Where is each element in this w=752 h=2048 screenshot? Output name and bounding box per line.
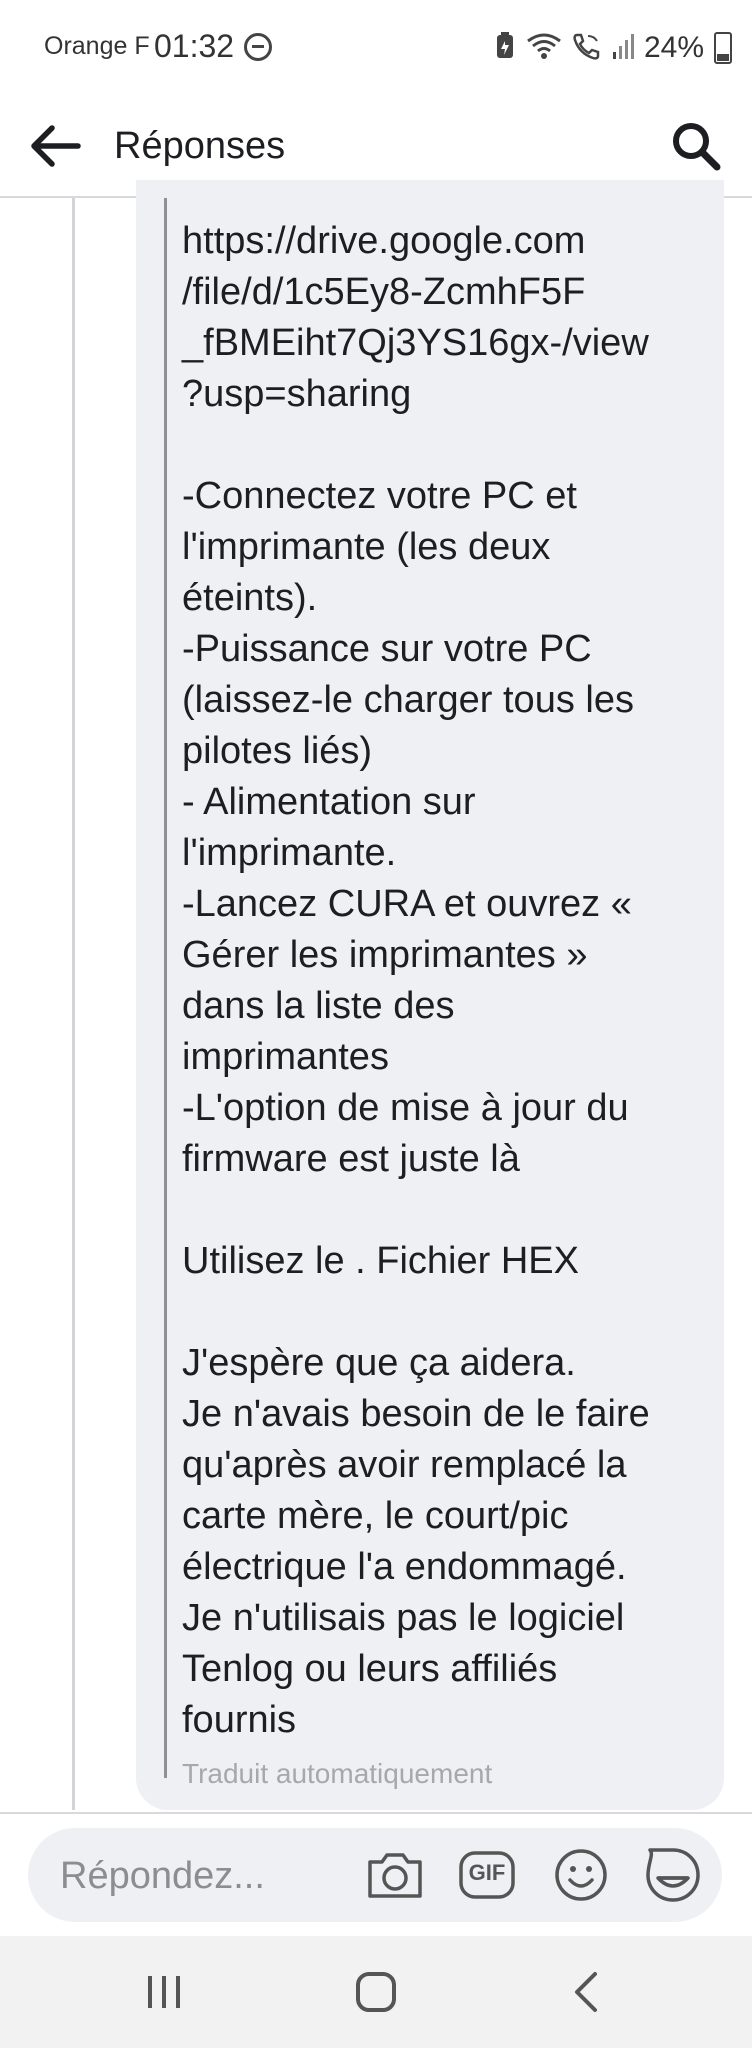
back-icon (575, 1972, 597, 2012)
message-line: carte mère, le court/pic (182, 1495, 569, 1537)
recent-apps-icon (148, 1976, 180, 2008)
message-line: /file/d/1c5Ey8-ZcmhF5F (182, 271, 586, 313)
message-line: - Alimentation sur (182, 781, 476, 823)
message-line: Utilisez le . Fichier HEX (182, 1240, 579, 1282)
carrier-label: Orange F (44, 32, 150, 60)
message-line: fournis (182, 1699, 297, 1741)
message-line: -Puissance sur votre PC (182, 628, 592, 670)
message-line: Gérer les imprimantes » (182, 934, 588, 976)
battery-icon (714, 32, 732, 64)
message-line (182, 1185, 712, 1236)
message-line: _fBMEiht7Qj3YS16gx-/view (182, 322, 649, 364)
page-title: Réponses (114, 125, 286, 167)
message-line: -Lancez CURA et ouvrez « (182, 883, 632, 925)
wifi-calling-icon (572, 32, 602, 65)
composer-divider (0, 1812, 752, 1814)
thread-connector-line (72, 198, 75, 1810)
search-button[interactable] (666, 116, 726, 176)
system-back-button[interactable] (556, 1964, 616, 2020)
home-icon (356, 1972, 396, 2012)
message-line: éteints). (182, 577, 318, 619)
battery-percent: 24% (643, 31, 704, 64)
message-line: Tenlog ou leurs affiliés (182, 1648, 558, 1690)
back-button[interactable] (26, 116, 86, 176)
search-icon (673, 123, 721, 171)
emoji-icon (555, 1849, 607, 1901)
signal-icon (612, 32, 634, 65)
sticker-icon (646, 1848, 700, 1902)
message-line: pilotes liés) (182, 730, 373, 772)
reply-input[interactable] (58, 1844, 362, 1908)
message-line: ?usp=sharing (182, 373, 412, 415)
message-line: firmware est juste là (182, 1138, 520, 1180)
wifi-icon (526, 32, 562, 65)
quote-bar (164, 198, 167, 1778)
arrow-left-icon (31, 125, 81, 167)
gif-button[interactable]: GIF (458, 1846, 516, 1904)
message-line (182, 420, 712, 471)
message-line: J'espère que ça aidera. (182, 1342, 576, 1384)
reply-bubble[interactable]: https://drive.google.com/file/d/1c5Ey8-Z… (136, 180, 724, 1810)
message-line: -Connectez votre PC et (182, 475, 577, 517)
status-icons: 24% (494, 28, 732, 68)
clock: 01:32 (154, 28, 235, 64)
do-not-disturb-icon (244, 33, 272, 61)
camera-icon (368, 1853, 422, 1898)
message-line (182, 1287, 712, 1338)
gif-label: GIF (468, 1860, 506, 1885)
message-line: https://drive.google.com (182, 220, 586, 262)
message-line: électrique l'a endommagé. (182, 1546, 627, 1588)
sticker-button[interactable] (644, 1846, 702, 1904)
message-line: (laissez-le charger tous les (182, 679, 634, 721)
message-line: qu'après avoir remplacé la (182, 1444, 627, 1486)
recent-apps-button[interactable] (134, 1964, 194, 2020)
reply-composer: GIF (28, 1828, 722, 1922)
auto-translated-label[interactable]: Traduit automatiquement (182, 1758, 492, 1790)
camera-button[interactable] (366, 1846, 424, 1904)
message-line: -L'option de mise à jour du (182, 1087, 629, 1129)
message-line: l'imprimante (les deux (182, 526, 551, 568)
home-button[interactable] (346, 1964, 406, 2020)
message-text: https://drive.google.com/file/d/1c5Ey8-Z… (182, 216, 712, 1746)
status-bar: Orange F 01:32 24% (0, 0, 752, 96)
message-line: dans la liste des (182, 985, 455, 1027)
message-line: Je n'utilisais pas le logiciel (182, 1597, 625, 1639)
message-line: l'imprimante. (182, 832, 397, 874)
emoji-button[interactable] (552, 1846, 610, 1904)
message-line: imprimantes (182, 1036, 389, 1078)
message-line: Je n'avais besoin de le faire (182, 1393, 650, 1435)
battery-saver-icon (494, 31, 516, 65)
system-nav-bar (0, 1936, 752, 2048)
